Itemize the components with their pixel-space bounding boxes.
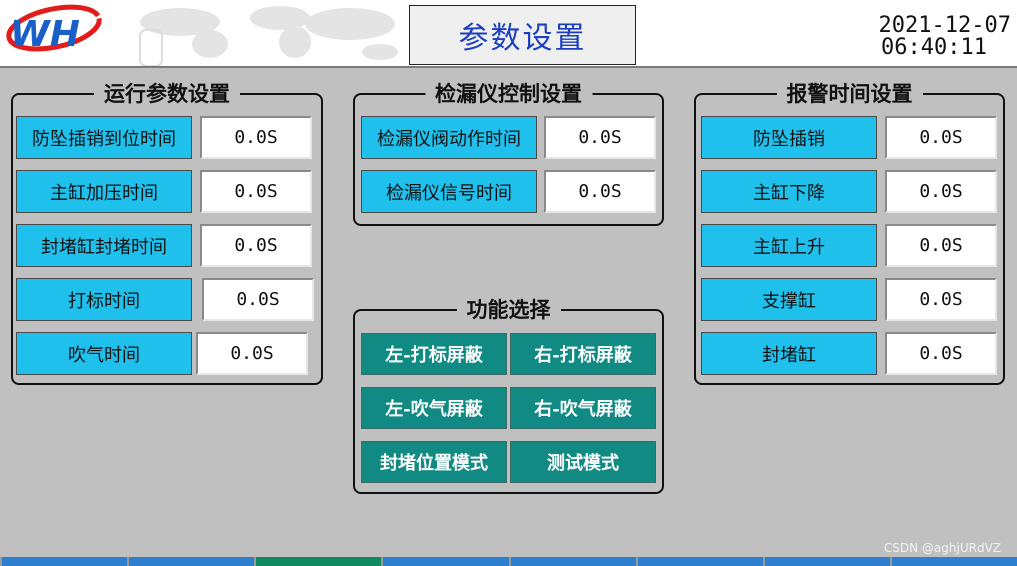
nav-tab-6[interactable] (635, 557, 763, 566)
group-function-select-title: 功能选择 (456, 297, 561, 323)
test-mode-button[interactable]: 测试模式 (510, 441, 656, 483)
page-title: 参数设置 (409, 5, 636, 65)
run-value-main-pressure-time[interactable]: 0.0S (200, 170, 312, 213)
nav-tab-5[interactable] (508, 557, 636, 566)
alarm-value-main-down[interactable]: 0.0S (885, 170, 997, 213)
group-leak-control-title: 检漏仪控制设置 (425, 81, 592, 107)
nav-tab-4[interactable] (381, 557, 509, 566)
run-label-main-pressure-time: 主缸加压时间 (16, 170, 192, 213)
nav-tab-7[interactable] (762, 557, 890, 566)
alarm-label-support-cyl: 支撑缸 (701, 278, 877, 321)
run-label-blow-time: 吹气时间 (16, 332, 192, 375)
run-value-seal-time[interactable]: 0.0S (200, 224, 312, 267)
run-value-blow-time[interactable]: 0.0S (196, 332, 308, 375)
header-divider (0, 66, 1017, 68)
alarm-value-fall-pin[interactable]: 0.0S (885, 116, 997, 159)
bottom-nav (0, 557, 1017, 566)
nav-tab-2[interactable] (127, 557, 255, 566)
alarm-label-fall-pin: 防坠插销 (701, 116, 877, 159)
alarm-label-seal-cyl: 封堵缸 (701, 332, 877, 375)
group-run-params-title: 运行参数设置 (94, 81, 240, 107)
logo-text: WH (10, 14, 80, 55)
alarm-value-seal-cyl[interactable]: 0.0S (885, 332, 997, 375)
header-bar: WH 参数设置 2021-12-07 06:40:11 (0, 0, 1017, 66)
nav-tab-3-active[interactable] (254, 557, 382, 566)
seal-position-mode-button[interactable]: 封堵位置模式 (361, 441, 507, 483)
nav-tab-8[interactable] (889, 557, 1017, 566)
leak-value-valve-time[interactable]: 0.0S (544, 116, 656, 159)
alarm-value-main-up[interactable]: 0.0S (885, 224, 997, 267)
watermark: CSDN @aghjURdVZ (883, 541, 1001, 555)
run-label-fall-pin-time: 防坠插销到位时间 (16, 116, 192, 159)
current-time: 06:40:11 (881, 35, 987, 60)
alarm-value-support-cyl[interactable]: 0.0S (885, 278, 997, 321)
run-value-marking-time[interactable]: 0.0S (202, 278, 314, 321)
leak-label-valve-time: 检漏仪阀动作时间 (361, 116, 537, 159)
right-marking-mask-button[interactable]: 右-打标屏蔽 (510, 333, 656, 375)
left-marking-mask-button[interactable]: 左-打标屏蔽 (361, 333, 507, 375)
leak-value-signal-time[interactable]: 0.0S (544, 170, 656, 213)
nav-tab-1[interactable] (0, 557, 128, 566)
group-alarm-time-title: 报警时间设置 (776, 81, 923, 107)
left-blow-mask-button[interactable]: 左-吹气屏蔽 (361, 387, 507, 429)
right-blow-mask-button[interactable]: 右-吹气屏蔽 (510, 387, 656, 429)
run-value-fall-pin-time[interactable]: 0.0S (200, 116, 312, 159)
world-map-decoration (139, 6, 398, 66)
alarm-label-main-up: 主缸上升 (701, 224, 877, 267)
company-logo: WH (6, 4, 102, 55)
alarm-label-main-down: 主缸下降 (701, 170, 877, 213)
run-label-seal-time: 封堵缸封堵时间 (16, 224, 192, 267)
leak-label-signal-time: 检漏仪信号时间 (361, 170, 537, 213)
run-label-marking-time: 打标时间 (16, 278, 192, 321)
